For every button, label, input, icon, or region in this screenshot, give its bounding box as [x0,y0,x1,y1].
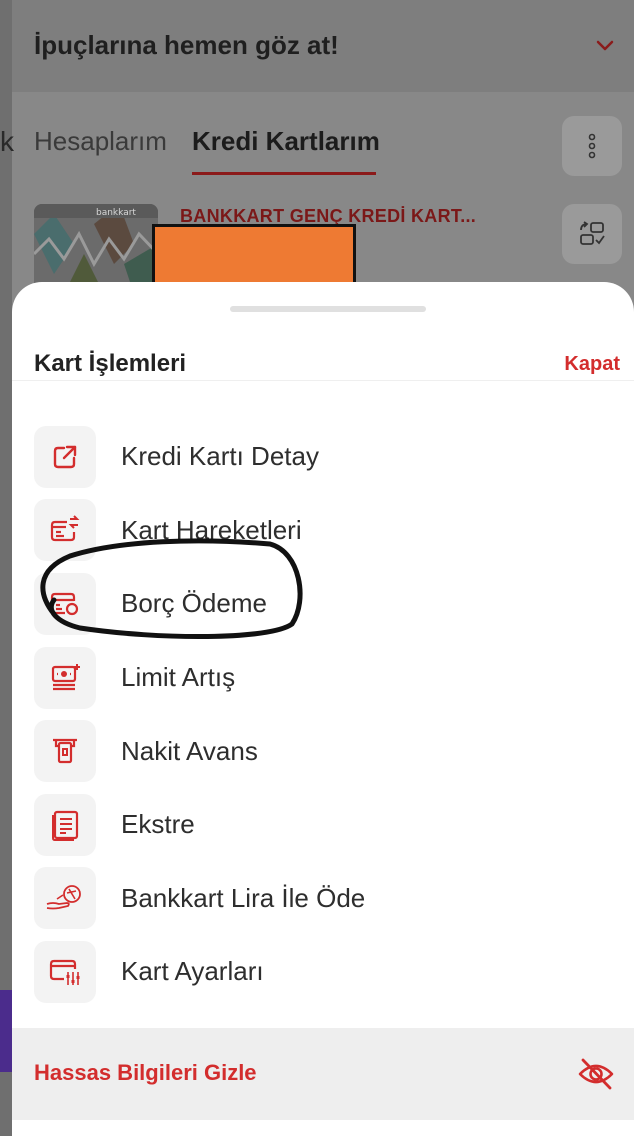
tips-bar[interactable]: İpuçlarına hemen göz at! [12,0,634,92]
menu-item-card-transactions[interactable]: Kart Hareketleri [12,494,634,568]
card-transactions-icon [34,499,96,562]
menu-item-bankkart-lira[interactable]: Bankkart Lira İle Öde [12,862,634,936]
menu-item-debt-payment[interactable]: Borç Ödeme [12,567,634,641]
menu-item-cash-advance[interactable]: Nakit Avans [12,714,634,788]
more-vertical-icon [588,133,596,159]
close-button[interactable]: Kapat [564,353,620,376]
external-link-icon [34,425,96,488]
hide-sensitive-info-label: Hassas Bilgileri Gizle [34,1060,257,1085]
statement-icon [34,793,96,856]
limit-increase-icon [34,646,96,709]
menu-item-label: Limit Artış [121,662,236,693]
swap-card-icon [580,221,605,245]
sheet-grabber[interactable] [230,306,426,312]
hide-sensitive-info-bar[interactable]: Hassas Bilgileri Gizle [12,1028,634,1120]
menu-item-label: Kredi Kartı Detay [121,441,319,472]
card-actions-sheet: Kart İşlemleri Kapat Kredi Kartı Detay K… [12,282,634,1136]
active-tab-indicator [192,172,376,175]
menu-item-card-detail[interactable]: Kredi Kartı Detay [12,420,634,494]
menu-item-label: Nakit Avans [121,735,258,766]
debt-payment-icon [34,572,96,635]
cash-advance-icon [34,720,96,783]
menu-item-statement[interactable]: Ekstre [12,788,634,862]
card-thumbnail: bankkart [34,204,158,294]
tab-credit-cards[interactable]: Kredi Kartlarım [192,126,380,157]
tips-title: İpuçlarına hemen göz at! [34,30,339,60]
chevron-down-icon[interactable] [594,34,616,56]
card-brand-text: bankkart [96,208,136,218]
card-switch-button[interactable] [562,204,622,264]
menu-item-label: Borç Ödeme [121,588,267,619]
menu-item-label: Kart Ayarları [121,956,264,987]
more-options-button[interactable] [562,116,622,176]
tab-accounts[interactable]: Hesaplarım [34,126,167,157]
sheet-title: Kart İşlemleri [34,350,187,377]
purple-element [0,990,12,1072]
menu-item-label: Kart Hareketleri [121,514,302,545]
divider [12,380,634,381]
left-edge-strip: k [0,0,14,1136]
bankkart-lira-icon [34,867,96,930]
account-tabs: Hesaplarım Kredi Kartlarım [12,92,634,192]
card-pattern: bankkart [34,204,158,294]
card-settings-icon [34,940,96,1003]
menu-item-label: Bankkart Lira İle Öde [121,882,366,913]
card-actions-menu: Kredi Kartı Detay Kart Hareketleri Borç … [12,420,634,1009]
eye-off-icon[interactable] [576,1056,616,1092]
menu-item-limit-increase[interactable]: Limit Artış [12,641,634,715]
menu-item-label: Ekstre [121,809,195,840]
menu-item-card-settings[interactable]: Kart Ayarları [12,935,634,1009]
